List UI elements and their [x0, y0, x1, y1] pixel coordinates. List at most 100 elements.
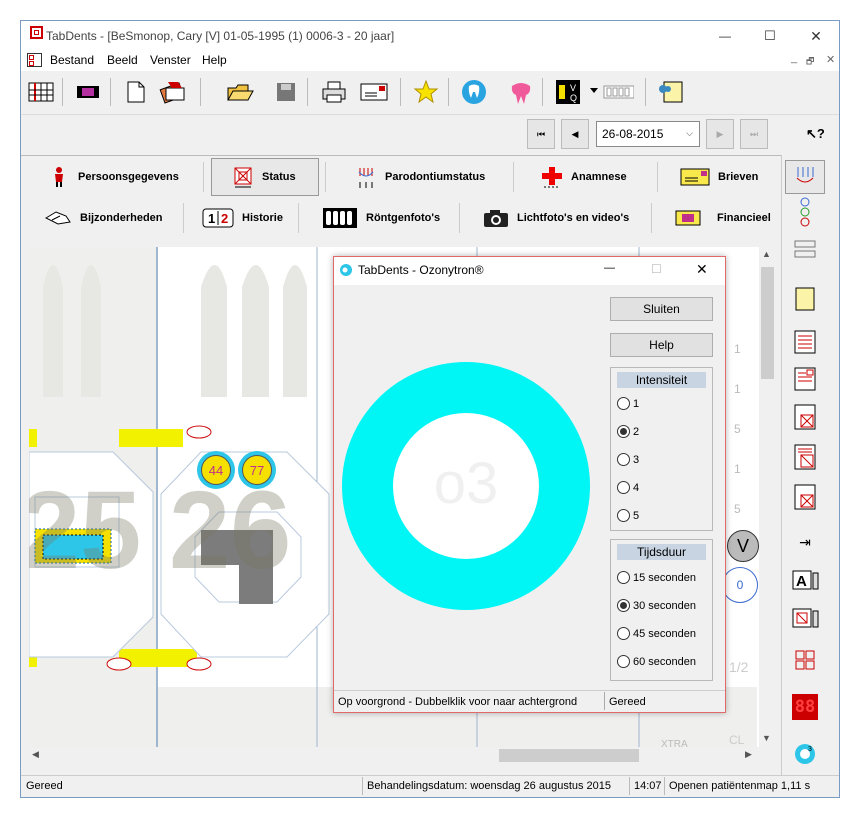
last-button[interactable]: ⏭: [740, 119, 768, 149]
tooth-grid-icon[interactable]: [785, 643, 825, 677]
tab-anamnese[interactable]: Anamnese: [541, 160, 627, 194]
status-box2-icon[interactable]: [785, 440, 825, 474]
ozone-icon[interactable]: 3: [785, 737, 825, 771]
radio-button[interactable]: [617, 627, 630, 640]
duration-option-45[interactable]: 45 seconden: [617, 627, 696, 640]
radio-button[interactable]: [617, 509, 630, 522]
tab-bijzonderheden[interactable]: Bijzonderheden: [44, 201, 163, 235]
star-icon[interactable]: [410, 76, 442, 108]
tooth-pink-icon[interactable]: [505, 76, 537, 108]
scroll-up-icon[interactable]: ▲: [762, 249, 771, 259]
radio-button[interactable]: [617, 571, 630, 584]
vertical-scrollbar[interactable]: ▲ ▼: [759, 247, 776, 747]
tab-persoonsgegevens[interactable]: Persoonsgegevens: [48, 160, 179, 194]
save-icon[interactable]: [270, 76, 302, 108]
tab-separator: [657, 162, 658, 192]
close-dialog-button[interactable]: Sluiten: [610, 297, 713, 321]
intensity-option-4[interactable]: 4: [617, 481, 639, 494]
mdi-restore-button[interactable]: 🗗: [806, 54, 814, 70]
scroll-thumb[interactable]: [761, 267, 774, 379]
notepad-icon[interactable]: [785, 282, 825, 316]
tab-historie[interactable]: 12 Historie: [202, 201, 283, 235]
grid-icon[interactable]: [25, 76, 57, 108]
horizontal-scrollbar[interactable]: ◀ ▶: [29, 747, 759, 764]
duration-option-60[interactable]: 60 seconden: [617, 655, 696, 668]
tab-rontgenfotos[interactable]: Röntgenfoto's: [322, 201, 440, 235]
prev-button[interactable]: ◀: [561, 119, 589, 149]
mdi-close-button[interactable]: ✕: [826, 53, 835, 66]
close-button[interactable]: ✕: [796, 21, 836, 51]
radio-button[interactable]: [617, 453, 630, 466]
pile-documents-icon[interactable]: [158, 76, 190, 108]
tooth-size-icon[interactable]: [785, 603, 825, 637]
menu-venster[interactable]: Venster: [150, 53, 191, 67]
tab-parodontiumstatus[interactable]: Parodontiumstatus: [355, 160, 485, 194]
scroll-down-icon[interactable]: ▼: [762, 733, 771, 743]
chart-value: 5: [734, 422, 741, 436]
menu-beeld[interactable]: Beeld: [107, 53, 138, 67]
date-picker[interactable]: 26-08-2015 ⌵: [596, 121, 700, 147]
duration-option-15[interactable]: 15 seconden: [617, 571, 696, 584]
app-icon: [30, 26, 43, 39]
maximize-button[interactable]: ☐: [750, 21, 790, 51]
xray-small-icon[interactable]: [785, 232, 825, 266]
intensity-option-1[interactable]: 1: [617, 397, 639, 410]
envelope-icon[interactable]: [358, 76, 390, 108]
radio-button[interactable]: [617, 397, 630, 410]
vq-icon[interactable]: VQ: [552, 76, 584, 108]
radio-button-selected[interactable]: [617, 599, 630, 612]
treatment-date: Behandelingsdatum: woensdag 26 augustus …: [362, 777, 628, 795]
arrow-right-icon[interactable]: ⇥: [785, 525, 825, 559]
duration-option-30[interactable]: 30 seconden: [617, 599, 696, 612]
intensity-option-3[interactable]: 3: [617, 453, 639, 466]
note-icon[interactable]: [655, 76, 687, 108]
scroll-thumb[interactable]: [499, 749, 639, 762]
scroll-right-icon[interactable]: ▶: [745, 749, 752, 760]
xray-icon[interactable]: [602, 76, 634, 108]
menu-help[interactable]: Help: [202, 53, 227, 67]
radio-button-selected[interactable]: [617, 425, 630, 438]
help-cursor-icon[interactable]: ↖?: [806, 126, 825, 142]
list-icon[interactable]: [785, 325, 825, 359]
chevron-down-icon[interactable]: ⌵: [686, 128, 693, 139]
option-label: 45 seconden: [633, 627, 696, 640]
first-button[interactable]: ⏮: [527, 119, 555, 149]
intensity-option-2[interactable]: 2: [617, 425, 639, 438]
v-check-icon: V: [727, 530, 759, 562]
minimize-button[interactable]: —: [705, 21, 745, 51]
tooth-blue-icon[interactable]: [458, 76, 490, 108]
tooth-number-26: 26: [169, 469, 292, 592]
mdi-minimize-button[interactable]: _: [791, 52, 797, 64]
print-icon[interactable]: [318, 76, 350, 108]
dialog-close-button[interactable]: ✕: [696, 261, 708, 278]
dialog-minimize-button[interactable]: —: [604, 262, 615, 274]
tab-status[interactable]: Status: [211, 158, 319, 196]
tab-brieven[interactable]: Brieven: [680, 160, 758, 194]
chevron-down-icon[interactable]: [590, 88, 598, 93]
tab-separator: [298, 203, 299, 233]
open-folder-icon[interactable]: [224, 76, 256, 108]
badge-44[interactable]: 44: [197, 451, 235, 489]
option-label: 5: [633, 509, 640, 522]
radio-button[interactable]: [617, 655, 630, 668]
menu-bestand[interactable]: Bestand: [50, 53, 94, 67]
list-mark-icon[interactable]: [785, 362, 825, 396]
scroll-left-icon[interactable]: ◀: [32, 749, 39, 760]
letter-icon: [680, 166, 710, 188]
film-icon[interactable]: [72, 76, 104, 108]
badge-44-label: 44: [201, 455, 231, 485]
badge-77[interactable]: 77: [238, 451, 276, 489]
text-size-icon[interactable]: A: [785, 565, 825, 599]
tab-financieel[interactable]: Financieel: [675, 201, 771, 235]
new-document-icon[interactable]: [120, 76, 152, 108]
status-box3-icon[interactable]: [785, 480, 825, 514]
sequence-icon[interactable]: [785, 195, 825, 229]
next-button[interactable]: ▶: [706, 119, 734, 149]
tab-lichtfotos[interactable]: Lichtfoto's en video's: [483, 201, 629, 235]
perio-chart-icon[interactable]: [785, 160, 825, 194]
ozone-ring[interactable]: O3: [342, 362, 590, 610]
intensity-option-5[interactable]: 5: [617, 509, 639, 522]
help-button[interactable]: Help: [610, 333, 713, 357]
status-box-icon[interactable]: [785, 400, 825, 434]
radio-button[interactable]: [617, 481, 630, 494]
